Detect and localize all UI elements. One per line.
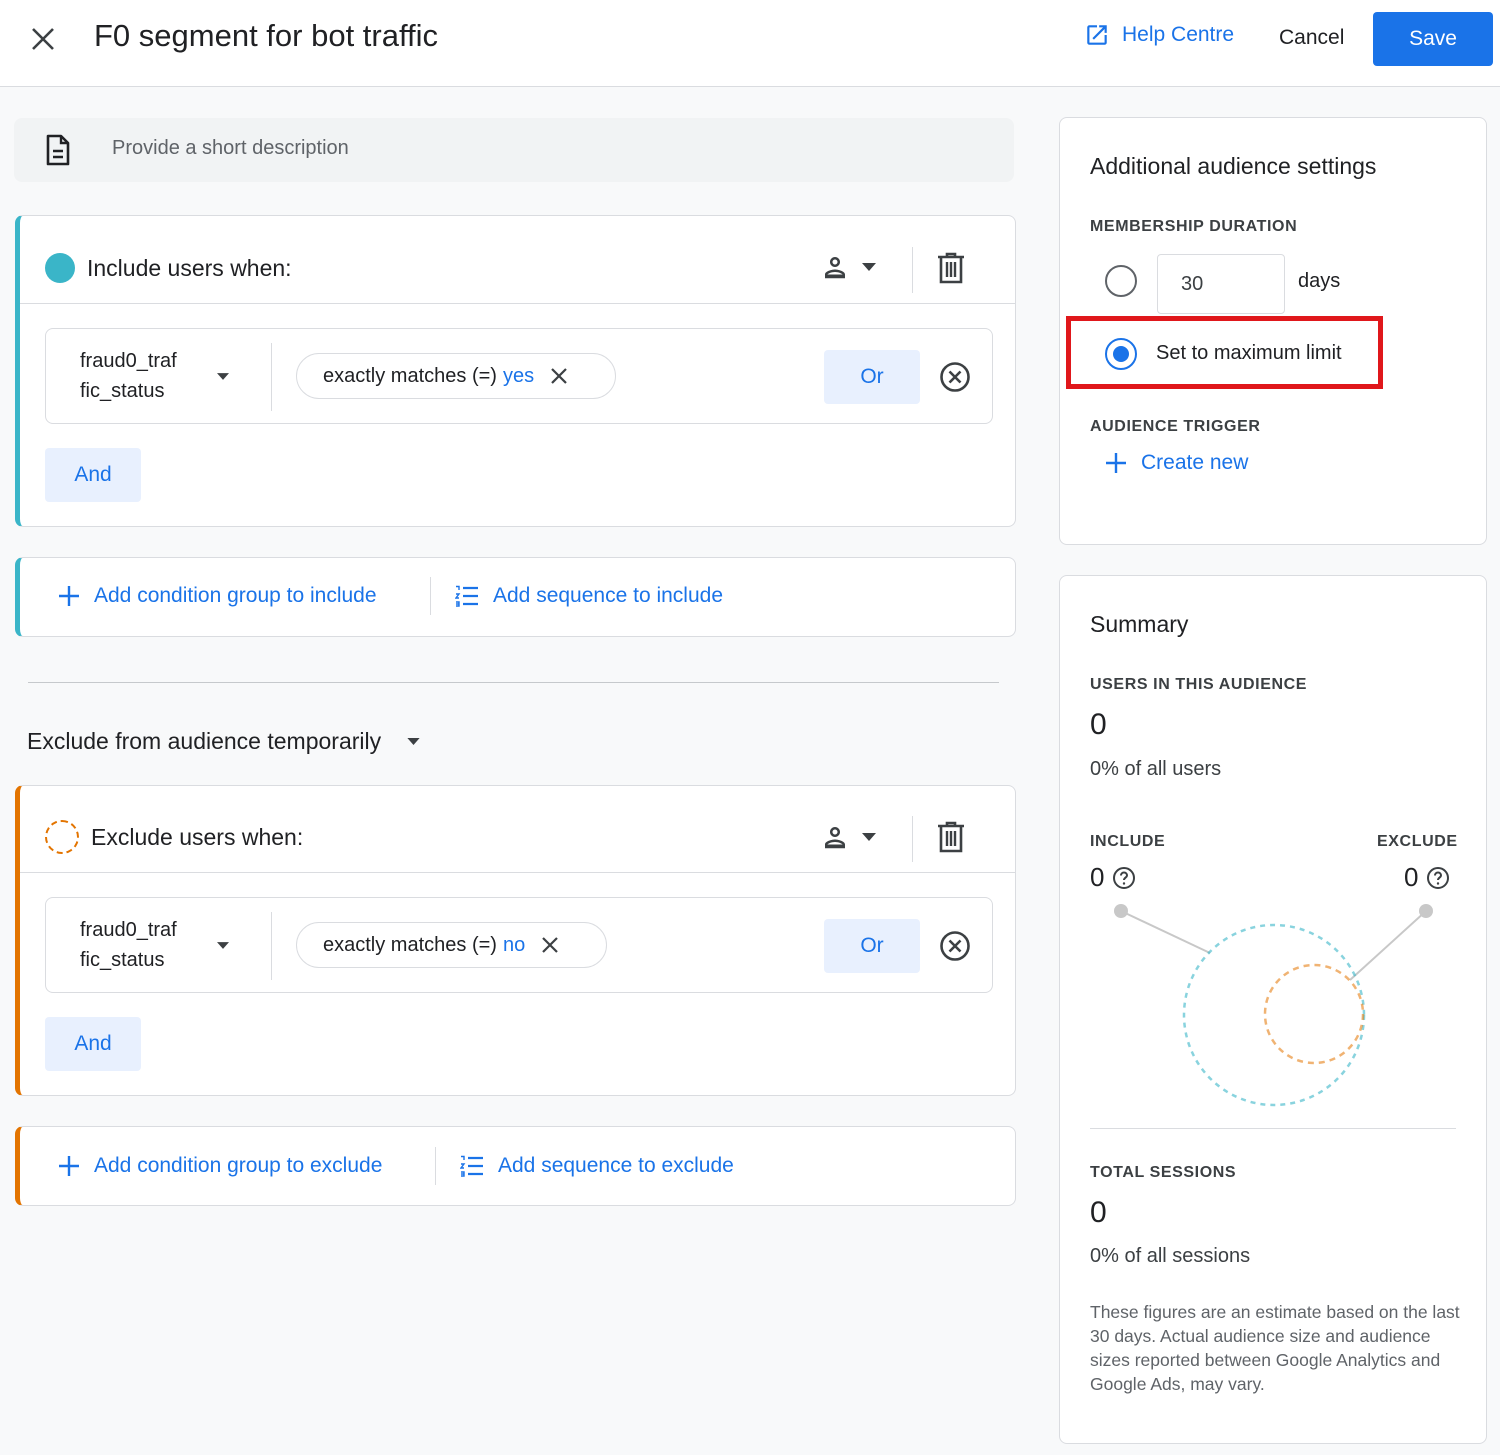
scope-dropdown[interactable] <box>820 252 876 282</box>
divider <box>20 872 1015 873</box>
divider <box>435 1147 436 1185</box>
or-button[interactable]: Or <box>824 919 920 973</box>
document-icon <box>45 134 71 166</box>
open-in-new-icon <box>1084 22 1110 48</box>
include-dot-icon <box>45 253 75 283</box>
dimension-name-line2: fic_status <box>80 380 165 402</box>
add-sequence-include-label: Add sequence to include <box>493 584 724 607</box>
help-icon[interactable] <box>1426 866 1450 890</box>
divider <box>430 577 431 615</box>
add-sequence-exclude-link[interactable]: Add sequence to exclude <box>460 1154 734 1178</box>
add-sequence-include-link[interactable]: Add sequence to include <box>455 584 723 608</box>
users-in-audience-label: USERS IN THIS AUDIENCE <box>1090 676 1308 693</box>
help-centre-label: Help Centre <box>1122 23 1235 46</box>
summary-title: Summary <box>1090 611 1189 637</box>
caret-down-icon <box>862 833 876 841</box>
page-title: F0 segment for bot traffic <box>94 18 439 53</box>
dimension-name-line2: fic_status <box>80 949 165 971</box>
audience-trigger-label: AUDIENCE TRIGGER <box>1090 418 1261 435</box>
add-sequence-exclude-label: Add sequence to exclude <box>498 1154 734 1177</box>
cancel-button[interactable]: Cancel <box>1279 26 1344 50</box>
users-percent: 0% of all users <box>1090 758 1222 780</box>
exclude-summary-value: 0 <box>1404 862 1450 893</box>
dimension-name-line1: fraud0_traf <box>80 919 177 941</box>
exclude-group-title: Exclude users when: <box>91 824 304 850</box>
include-summary-value: 0 <box>1090 862 1136 893</box>
sessions-percent: 0% of all sessions <box>1090 1245 1251 1267</box>
total-sessions-label: TOTAL SESSIONS <box>1090 1164 1237 1181</box>
exclude-count: 0 <box>1404 862 1419 892</box>
audience-venn-diagram <box>1100 895 1450 1115</box>
exclude-condition-chip[interactable]: exactly matches (=) no <box>296 922 607 968</box>
exclude-dimension-selector[interactable]: fraud0_traf fic_status <box>80 915 229 975</box>
days-radio[interactable] <box>1105 265 1137 297</box>
divider <box>1090 1128 1456 1129</box>
add-condition-group-include-link[interactable]: Add condition group to include <box>58 584 377 608</box>
remove-condition-icon[interactable] <box>939 361 971 393</box>
operator-label: exactly matches (=) <box>323 933 497 956</box>
days-unit-label: days <box>1298 270 1341 292</box>
create-new-label: Create new <box>1141 451 1249 474</box>
include-summary-label: INCLUDE <box>1090 833 1166 850</box>
radio-selected-dot <box>1112 345 1129 362</box>
plus-icon <box>58 1155 80 1177</box>
include-condition-chip[interactable]: exactly matches (=) yes <box>296 353 616 399</box>
caret-down-icon <box>862 263 876 271</box>
plus-icon <box>58 585 80 607</box>
save-button[interactable]: Save <box>1373 12 1493 66</box>
add-condition-group-exclude-label: Add condition group to exclude <box>94 1154 383 1177</box>
dimension-name-line1: fraud0_traf <box>80 350 177 372</box>
caret-down-icon <box>216 941 229 949</box>
or-button[interactable]: Or <box>824 350 920 404</box>
and-button[interactable]: And <box>45 1017 141 1071</box>
users-count: 0 <box>1090 708 1107 741</box>
estimate-note: These figures are an estimate based on t… <box>1090 1302 1460 1394</box>
divider <box>912 247 913 293</box>
person-icon <box>820 822 850 852</box>
include-group-title: Include users when: <box>87 255 292 281</box>
max-limit-radio[interactable] <box>1105 338 1137 370</box>
sequence-list-icon <box>460 1155 484 1177</box>
sessions-count: 0 <box>1090 1196 1107 1229</box>
max-limit-label: Set to maximum limit <box>1156 342 1342 364</box>
create-trigger-link[interactable]: Create new <box>1105 451 1248 475</box>
add-condition-group-include-label: Add condition group to include <box>94 584 377 607</box>
condition-value: yes <box>502 364 535 387</box>
divider <box>271 343 272 411</box>
caret-down-icon <box>216 372 229 380</box>
person-icon <box>820 252 850 282</box>
include-count: 0 <box>1090 862 1105 892</box>
days-input[interactable]: 30 <box>1157 254 1285 314</box>
exclude-dashed-circle-icon <box>45 820 79 854</box>
description-placeholder: Provide a short description <box>112 137 349 159</box>
section-divider <box>28 682 999 683</box>
and-button[interactable]: And <box>45 448 141 502</box>
include-dimension-selector[interactable]: fraud0_traf fic_status <box>80 346 229 406</box>
delete-group-icon[interactable] <box>937 821 965 853</box>
exclude-mode-dropdown[interactable]: Exclude from audience temporarily <box>27 728 420 755</box>
divider <box>271 912 272 980</box>
scope-dropdown[interactable] <box>820 822 876 852</box>
condition-value: no <box>502 933 526 956</box>
remove-condition-icon[interactable] <box>939 930 971 962</box>
caret-down-icon <box>407 738 420 745</box>
remove-chip-icon[interactable] <box>541 936 559 954</box>
close-icon[interactable] <box>30 26 56 52</box>
plus-icon <box>1105 452 1127 474</box>
delete-group-icon[interactable] <box>937 252 965 284</box>
audience-settings-title: Additional audience settings <box>1090 153 1377 179</box>
divider <box>20 303 1015 304</box>
exclude-mode-label: Exclude from audience temporarily <box>27 728 382 754</box>
add-condition-group-exclude-link[interactable]: Add condition group to exclude <box>58 1154 382 1178</box>
sequence-list-icon <box>455 585 479 607</box>
operator-label: exactly matches (=) <box>323 364 497 387</box>
membership-duration-label: MEMBERSHIP DURATION <box>1090 218 1298 235</box>
help-centre-link[interactable]: Help Centre <box>1084 22 1234 48</box>
exclude-summary-label: EXCLUDE <box>1377 833 1458 850</box>
help-icon[interactable] <box>1112 866 1136 890</box>
remove-chip-icon[interactable] <box>550 367 568 385</box>
divider <box>912 816 913 862</box>
